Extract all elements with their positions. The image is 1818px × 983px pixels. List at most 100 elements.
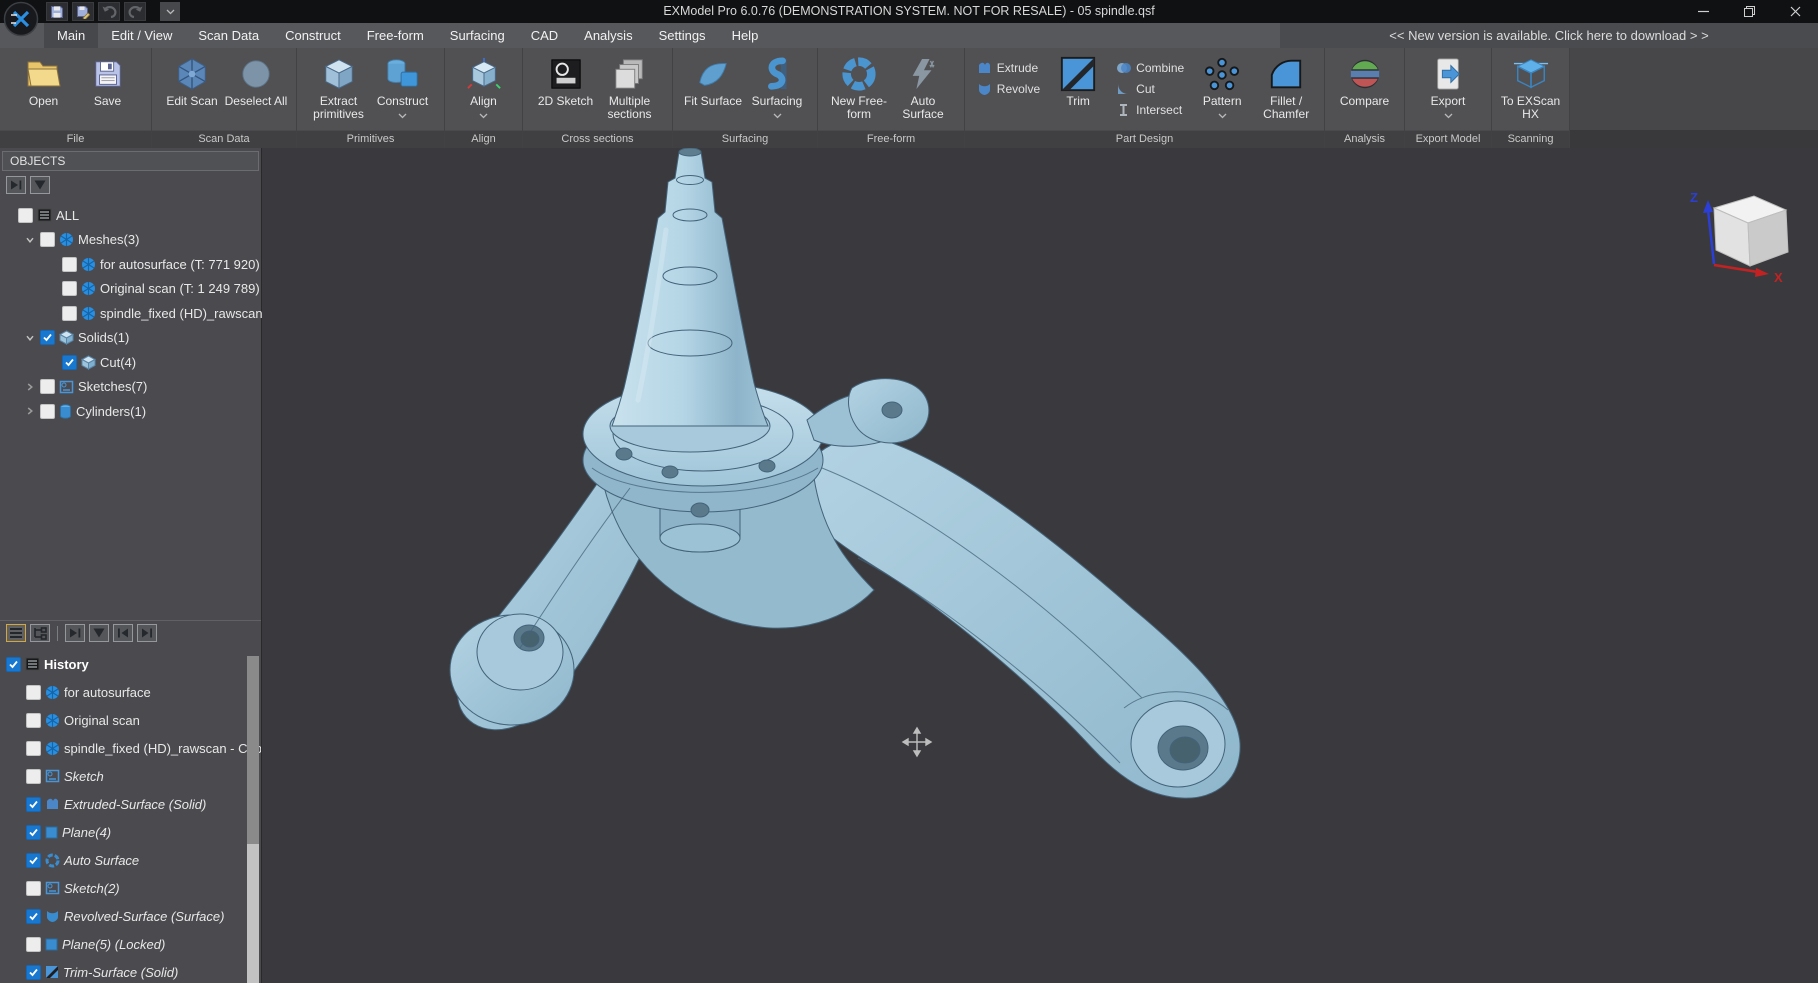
tree-view-button[interactable] <box>30 624 50 642</box>
list-view-button[interactable] <box>6 624 26 642</box>
close-button[interactable] <box>1772 0 1818 23</box>
checkbox[interactable] <box>26 741 41 756</box>
ribbon-button-pattern[interactable]: Pattern <box>1190 50 1254 130</box>
menu-tab-settings[interactable]: Settings <box>646 23 719 48</box>
checkbox[interactable] <box>62 257 77 272</box>
checkbox[interactable] <box>26 853 41 868</box>
ribbon-button-deselect-all[interactable]: Deselect All <box>224 50 288 130</box>
ribbon-button-extract-primitives[interactable]: Extract primitives <box>307 50 371 130</box>
tree-item-sketch[interactable]: Sketch <box>0 762 261 790</box>
play-button[interactable] <box>6 176 26 194</box>
history-scrollbar[interactable] <box>247 656 259 983</box>
tree-item-cut-4[interactable]: Cut(4) <box>0 350 261 375</box>
ribbon-button-auto-surface[interactable]: Auto Surface <box>891 50 955 130</box>
checkbox[interactable] <box>18 208 33 223</box>
menu-tab-surfacing[interactable]: Surfacing <box>437 23 518 48</box>
redo-button[interactable] <box>124 2 146 21</box>
restore-button[interactable] <box>1726 0 1772 23</box>
checkbox[interactable] <box>26 797 41 812</box>
checkbox[interactable] <box>40 379 55 394</box>
menu-tab-main[interactable]: Main <box>44 23 98 48</box>
chevron-down-icon[interactable] <box>24 235 36 245</box>
filter-button[interactable] <box>89 624 109 642</box>
menu-tab-scan-data[interactable]: Scan Data <box>185 23 272 48</box>
chevron-right-icon[interactable] <box>24 406 36 416</box>
ribbon-button-combine[interactable]: Combine <box>1116 59 1184 76</box>
ribbon-button-2d-sketch[interactable]: 2D Sketch <box>534 50 598 130</box>
minimize-button[interactable] <box>1680 0 1726 23</box>
tree-item-trim-surface-solid[interactable]: Trim-Surface (Solid) <box>0 958 261 983</box>
checkbox[interactable] <box>26 881 41 896</box>
skip-end-button[interactable] <box>137 624 157 642</box>
ribbon-button-open[interactable]: Open <box>12 50 76 130</box>
menu-tab-free-form[interactable]: Free-form <box>354 23 437 48</box>
checkbox[interactable] <box>62 355 77 370</box>
update-notice-link[interactable]: << New version is available. Click here … <box>1280 23 1818 48</box>
ribbon-button-fit-surface[interactable]: Fit Surface <box>681 50 745 130</box>
play-button[interactable] <box>65 624 85 642</box>
tree-item-auto-surface[interactable]: Auto Surface <box>0 846 261 874</box>
checkbox[interactable] <box>26 685 41 700</box>
menu-tab-construct[interactable]: Construct <box>272 23 354 48</box>
ribbon-button-multiple-sections[interactable]: Multiple sections <box>598 50 662 130</box>
checkbox[interactable] <box>40 232 55 247</box>
checkbox[interactable] <box>62 281 77 296</box>
skip-start-button[interactable] <box>113 624 133 642</box>
tree-item-original-scan[interactable]: Original scan <box>0 706 261 734</box>
chevron-right-icon[interactable] <box>24 382 36 392</box>
checkbox[interactable] <box>26 909 41 924</box>
tree-item-extruded-surface-solid[interactable]: Extruded-Surface (Solid) <box>0 790 261 818</box>
chevron-down-icon[interactable] <box>24 333 36 343</box>
ribbon-button-construct[interactable]: Construct <box>371 50 435 130</box>
menu-tab-edit-view[interactable]: Edit / View <box>98 23 185 48</box>
ribbon-button-revolve[interactable]: Revolve <box>977 80 1040 97</box>
checkbox[interactable] <box>26 965 41 980</box>
checkbox[interactable] <box>62 306 77 321</box>
checkbox[interactable] <box>40 404 55 419</box>
checkbox[interactable] <box>26 769 41 784</box>
tree-item-cylinders-1[interactable]: Cylinders(1) <box>0 399 261 424</box>
undo-button[interactable] <box>98 2 120 21</box>
ribbon-button-trim[interactable]: Trim <box>1046 50 1110 130</box>
checkbox[interactable] <box>6 657 21 672</box>
qa-save-button[interactable] <box>46 2 68 21</box>
ribbon-button-export[interactable]: Export <box>1416 50 1480 130</box>
checkbox[interactable] <box>26 937 41 952</box>
ribbon-button-fillet-chamfer[interactable]: Fillet / Chamfer <box>1254 50 1318 130</box>
checkbox[interactable] <box>26 825 41 840</box>
ribbon-button-save[interactable]: Save <box>76 50 140 130</box>
customize-toolbar-dropdown[interactable] <box>160 2 180 21</box>
scrollbar-thumb[interactable] <box>247 656 259 844</box>
menu-tab-help[interactable]: Help <box>719 23 772 48</box>
menu-tab-analysis[interactable]: Analysis <box>571 23 645 48</box>
tree-item-spindle-fixed-hd-rawscan-copy[interactable]: spindle_fixed (HD)_rawscan - Copy <box>0 734 261 762</box>
tree-item-solids-1[interactable]: Solids(1) <box>0 326 261 351</box>
ribbon-button-extrude[interactable]: Extrude <box>977 59 1040 76</box>
ribbon-button-surfacing[interactable]: Surfacing <box>745 50 809 130</box>
checkbox[interactable] <box>26 713 41 728</box>
ribbon-button-align[interactable]: Align <box>452 50 516 130</box>
orientation-cube[interactable]: Z X <box>1690 190 1788 285</box>
qa-save-as-button[interactable] <box>72 2 94 21</box>
tree-item-meshes-3[interactable]: Meshes(3) <box>0 228 261 253</box>
tree-item-sketch-2[interactable]: Sketch(2) <box>0 874 261 902</box>
ribbon-button-new-free-form[interactable]: New Free-form <box>827 50 891 130</box>
ribbon-button-edit-scan[interactable]: Edit Scan <box>160 50 224 130</box>
tree-item-spindle-fixed-hd-rawscan-copy[interactable]: spindle_fixed (HD)_rawscan - Copy <box>0 301 261 326</box>
tree-item-sketches-7[interactable]: Sketches(7) <box>0 375 261 400</box>
tree-item-for-autosurface[interactable]: for autosurface <box>0 678 261 706</box>
tree-item-plane-5-locked[interactable]: Plane(5) (Locked) <box>0 930 261 958</box>
tree-item-for-autosurface-t-771-920[interactable]: for autosurface (T: 771 920) <box>0 252 261 277</box>
ribbon-button-to-exscan-hx[interactable]: To EXScan HX <box>1499 50 1563 130</box>
filter-button[interactable] <box>30 176 50 194</box>
ribbon-button-intersect[interactable]: Intersect <box>1116 101 1184 118</box>
ribbon-button-compare[interactable]: Compare <box>1333 50 1397 130</box>
ribbon-button-cut[interactable]: Cut <box>1116 80 1184 97</box>
app-logo[interactable] <box>3 1 39 42</box>
tree-item-all[interactable]: ALL <box>0 203 261 228</box>
tree-item-original-scan-t-1-249-789[interactable]: Original scan (T: 1 249 789) <box>0 277 261 302</box>
tree-item-plane-4[interactable]: Plane(4) <box>0 818 261 846</box>
tree-item-revolved-surface-surface[interactable]: Revolved-Surface (Surface) <box>0 902 261 930</box>
viewport-3d[interactable]: Z X <box>262 148 1818 983</box>
menu-tab-cad[interactable]: CAD <box>518 23 571 48</box>
